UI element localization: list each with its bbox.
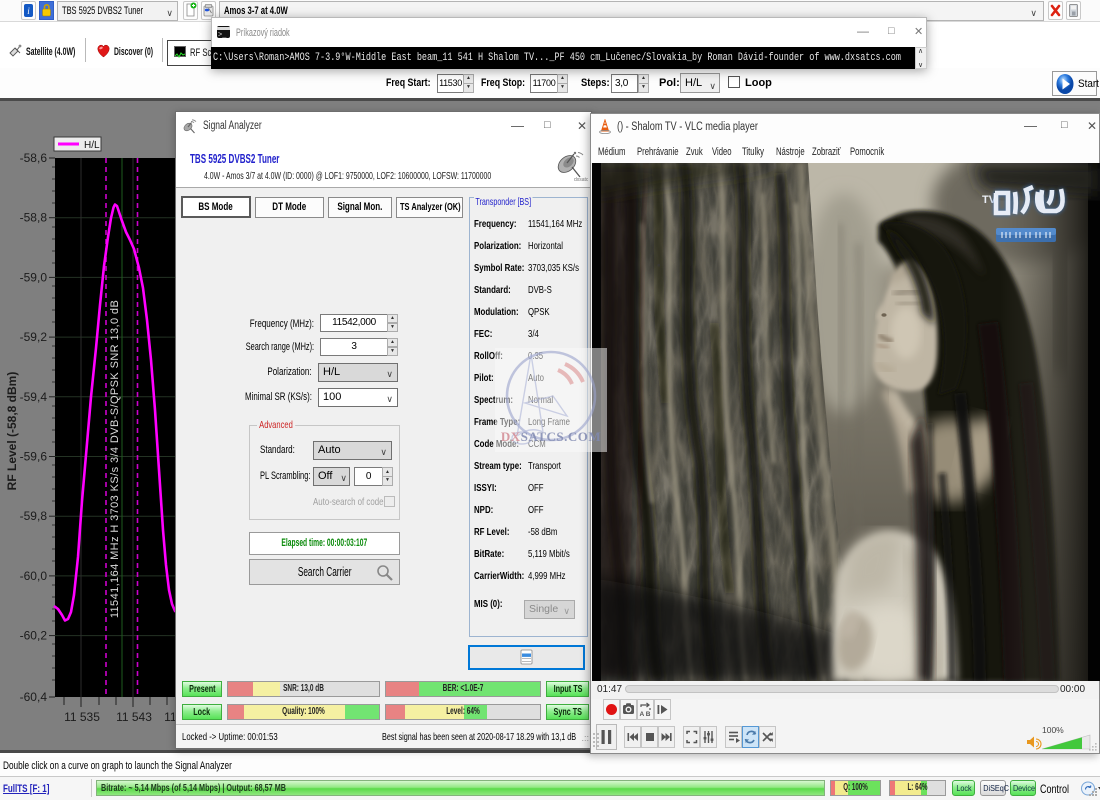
svg-text:-60,2: -60,2 [20, 629, 48, 643]
svg-text:-59,6: -59,6 [20, 450, 48, 464]
svg-text:11 535: 11 535 [64, 710, 100, 724]
svg-text:-59,0: -59,0 [20, 270, 48, 284]
svg-text:>_: >_ [218, 32, 227, 40]
svg-text:11 543: 11 543 [116, 710, 152, 724]
svg-text:H/L: H/L [84, 140, 100, 151]
svg-text:DXSATCS.COM: DXSATCS.COM [501, 429, 601, 444]
svg-text:-58,8: -58,8 [20, 211, 48, 225]
svg-text:RF Level (-58,8 dBm): RF Level (-58,8 dBm) [5, 372, 19, 491]
svg-text:-59,2: -59,2 [20, 330, 48, 344]
svg-text:-60,0: -60,0 [20, 569, 48, 583]
svg-text:-59,4: -59,4 [20, 390, 48, 404]
svg-text:A B: A B [640, 711, 651, 718]
svg-text:-60,4: -60,4 [20, 690, 48, 704]
svg-text:-58,6: -58,6 [20, 151, 48, 165]
svg-text:11541,164 MHz H 3703 KS/s 3/4: 11541,164 MHz H 3703 KS/s 3/4 DVB-S/QPSK… [109, 300, 121, 618]
svg-text:dxsatcs: dxsatcs [574, 177, 588, 183]
svg-text:-59,8: -59,8 [20, 509, 48, 523]
